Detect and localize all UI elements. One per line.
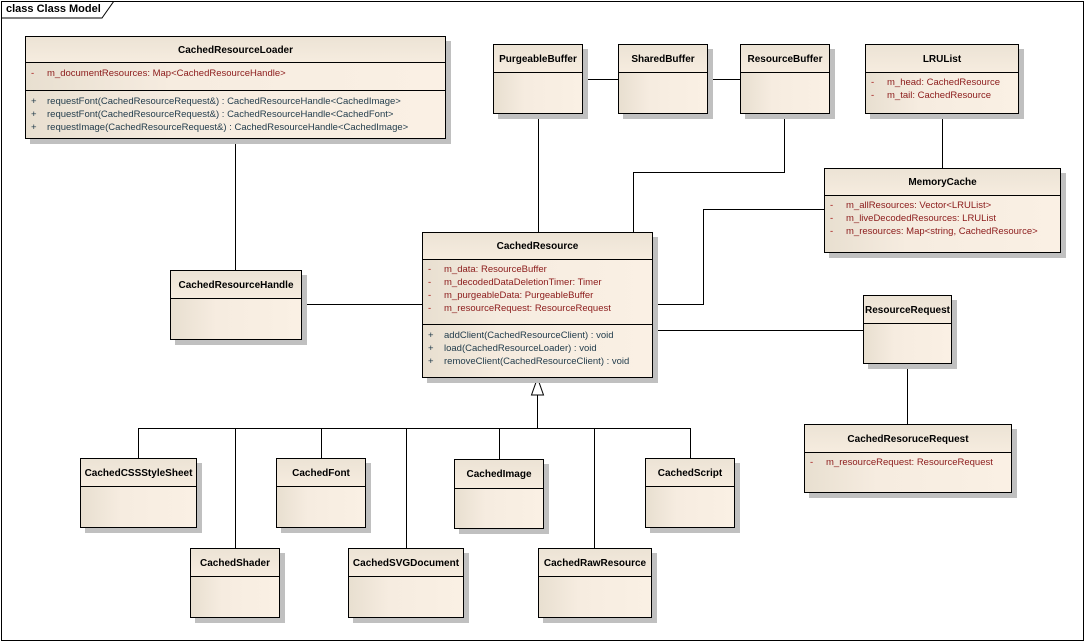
attributes-compartment: - m_data: ResourceBuffer - m_decodedDataDe… — [423, 260, 652, 325]
class-lru-list[interactable]: LRUList - m_head: CachedResource - m_tail:… — [865, 44, 1019, 114]
attribute-row: - m_resources: Map<string, CachedResource… — [830, 226, 1038, 237]
class-name: CachedResourceHandle — [171, 271, 301, 299]
attribute-row: - m_documentResources: Map<CachedResource… — [31, 68, 286, 79]
class-purgeable-buffer[interactable]: PurgeableBuffer — [493, 44, 583, 114]
class-shared-buffer[interactable]: SharedBuffer — [618, 44, 708, 114]
attribute-row: - m_decodedDataDeletionTimer: Timer — [428, 277, 602, 288]
class-name: ResourceBuffer — [741, 45, 829, 73]
class-name: PurgeableBuffer — [494, 45, 582, 73]
attributes-compartment: - m_resourceRequest: ResourceRequest — [805, 453, 1011, 472]
class-name: LRUList — [866, 45, 1018, 73]
class-cached-shader[interactable]: CachedShader — [190, 548, 280, 618]
class-name: CachedFont — [277, 459, 365, 487]
class-name: CachedShader — [191, 549, 279, 577]
class-name: CachedSVGDocument — [349, 549, 463, 577]
operations-compartment: + requestFont(CachedResourceRequest&) : C… — [26, 91, 445, 137]
assoc-memcache-resource — [653, 209, 824, 305]
operation-row: + requestFont(CachedResourceRequest&) : C… — [31, 109, 394, 120]
attribute-row: - m_liveDecodedResources: LRUList — [830, 213, 996, 224]
class-cached-resource-loader[interactable]: CachedResourceLoader - m_documentResource… — [25, 36, 446, 139]
class-name: SharedBuffer — [619, 45, 707, 73]
attribute-row: - m_data: ResourceBuffer — [428, 264, 547, 275]
attribute-row: - m_purgeableData: PurgeableBuffer — [428, 290, 594, 301]
class-name: CachedResoruceRequest — [805, 425, 1011, 453]
class-resource-buffer[interactable]: ResourceBuffer — [740, 44, 830, 114]
class-cached-resource[interactable]: CachedResource - m_data: ResourceBuffer -… — [422, 232, 653, 378]
attribute-row: - m_head: CachedResource — [871, 77, 1001, 88]
class-cached-resource-request[interactable]: CachedResoruceRequest - m_resourceRequest… — [804, 424, 1012, 493]
class-name: MemoryCache — [825, 169, 1060, 196]
assoc-resbuf-resource — [633, 114, 785, 232]
operation-row: + removeClient(CachedResourceClient) : vo… — [428, 356, 630, 367]
class-name: CachedResourceLoader — [26, 37, 445, 63]
class-name: ResourceRequest — [864, 296, 951, 324]
class-cached-image[interactable]: CachedImage — [454, 459, 544, 529]
class-name: CachedResource — [423, 233, 652, 260]
attributes-compartment: - m_allResources: Vector<LRUList> - m_live… — [825, 196, 1060, 241]
class-name: CachedImage — [455, 460, 543, 489]
attribute-row: - m_resourceRequest: ResourceRequest — [428, 303, 611, 314]
attributes-compartment: - m_head: CachedResource - m_tail: CachedR… — [866, 73, 1018, 105]
attributes-compartment: - m_documentResources: Map<CachedResource… — [26, 63, 445, 91]
class-name: CachedCSSStyleSheet — [81, 459, 196, 487]
class-cached-resource-handle[interactable]: CachedResourceHandle — [170, 270, 302, 340]
class-memory-cache[interactable]: MemoryCache - m_allResources: Vector<LRUL… — [824, 168, 1061, 253]
operations-compartment: + addClient(CachedResourceClient) : void … — [423, 325, 652, 371]
attribute-row: - m_tail: CachedResource — [871, 90, 992, 101]
operation-row: + load(CachedResourceLoader) : void — [428, 343, 597, 354]
generalization-arrowhead — [530, 376, 545, 396]
class-cached-svg-document[interactable]: CachedSVGDocument — [348, 548, 464, 618]
class-cached-css-style-sheet[interactable]: CachedCSSStyleSheet — [80, 458, 197, 528]
class-cached-font[interactable]: CachedFont — [276, 458, 366, 528]
attribute-row: - m_resourceRequest: ResourceRequest — [810, 457, 993, 468]
class-cached-script[interactable]: CachedScript — [645, 458, 735, 528]
class-name: CachedScript — [646, 459, 734, 487]
operation-row: + requestFont(CachedResourceRequest&) : C… — [31, 96, 401, 107]
operation-row: + requestImage(CachedResourceRequest&) : … — [31, 122, 409, 133]
class-cached-raw-resource[interactable]: CachedRawResource — [538, 548, 652, 618]
class-name: CachedRawResource — [539, 549, 651, 577]
class-resource-request[interactable]: ResourceRequest — [863, 295, 952, 364]
operation-row: + addClient(CachedResourceClient) : void — [428, 330, 614, 341]
attribute-row: - m_allResources: Vector<LRUList> — [830, 200, 992, 211]
